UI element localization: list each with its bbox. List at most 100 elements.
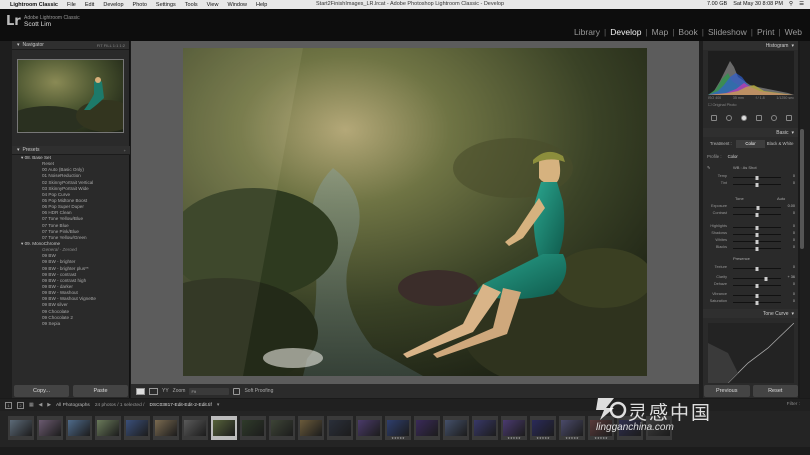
slider-track[interactable]: [733, 182, 781, 187]
presets-header[interactable]: ▾ Presets +: [12, 146, 130, 155]
forward-icon[interactable]: ▶: [47, 403, 51, 408]
slider-knob[interactable]: [755, 175, 759, 180]
menu-view[interactable]: View: [207, 2, 219, 8]
filmstrip-thumbnail[interactable]: [356, 416, 382, 440]
basic-header[interactable]: Basic ▾: [703, 128, 798, 137]
slider-track[interactable]: [733, 175, 781, 180]
filmstrip-thumbnail[interactable]: ★★★★★: [530, 416, 556, 440]
module-library[interactable]: Library: [570, 27, 604, 37]
left-panel-edge[interactable]: [0, 41, 12, 398]
menu-settings[interactable]: Settings: [156, 2, 176, 8]
slider-track[interactable]: [733, 239, 781, 244]
slider-knob[interactable]: [755, 182, 759, 187]
slider-knob[interactable]: [755, 246, 759, 251]
menu-edit[interactable]: Edit: [85, 2, 94, 8]
slider-knob[interactable]: [755, 293, 759, 298]
spot-removal-icon[interactable]: [725, 115, 732, 121]
slider-knob[interactable]: [755, 239, 759, 244]
preset-item[interactable]: 09 Sepia: [12, 321, 130, 327]
image-canvas[interactable]: [131, 41, 699, 384]
soft-proofing-checkbox[interactable]: [233, 387, 241, 395]
yy-label[interactable]: YY: [162, 388, 169, 394]
filmstrip-thumbnail[interactable]: [66, 416, 92, 440]
slider-track[interactable]: [733, 266, 781, 271]
graduated-filter-icon[interactable]: [755, 115, 762, 121]
slider-knob[interactable]: [755, 266, 759, 271]
menu-file[interactable]: File: [67, 2, 76, 8]
module-book[interactable]: Book: [674, 27, 701, 37]
before-after-icon[interactable]: [149, 387, 158, 395]
navigator-preview[interactable]: [17, 59, 124, 133]
slider-value[interactable]: 0: [783, 224, 795, 228]
menu-window[interactable]: Window: [227, 2, 247, 8]
filmstrip-thumbnail[interactable]: ★★★★★: [559, 416, 585, 440]
module-develop[interactable]: Develop: [606, 27, 645, 37]
filmstrip-thumbnail[interactable]: [443, 416, 469, 440]
red-eye-icon[interactable]: [740, 115, 747, 121]
menu-tools[interactable]: Tools: [185, 2, 198, 8]
slider-track[interactable]: [733, 212, 781, 217]
module-map[interactable]: Map: [648, 27, 673, 37]
menu-develop[interactable]: Develop: [103, 2, 123, 8]
original-photo-checkbox[interactable]: ☐ Original Photo: [708, 102, 737, 107]
wb-row[interactable]: WB : As Shot: [733, 165, 757, 170]
slider-contrast[interactable]: Contrast 0: [707, 211, 795, 217]
slider-track[interactable]: [733, 232, 781, 237]
profile-row[interactable]: Profile : Color: [707, 154, 738, 159]
copy-button[interactable]: Copy...: [14, 385, 69, 397]
slider-exposure[interactable]: Exposure 0.00: [707, 204, 795, 210]
slider-blacks[interactable]: Blacks 0: [707, 245, 795, 251]
slider-vibrance[interactable]: Vibrance 0: [707, 292, 795, 298]
navigator-header[interactable]: ▾ Navigator FIT FILL 1:1 1:2: [12, 41, 129, 50]
right-panel-edge[interactable]: [804, 41, 810, 398]
slider-track[interactable]: [733, 283, 781, 288]
module-print[interactable]: Print: [753, 27, 778, 37]
slider-tint[interactable]: Tint 0: [707, 181, 795, 187]
slider-value[interactable]: 0: [783, 299, 795, 303]
selected-filename[interactable]: DSC03817-Edit-Edit-2-Edit.tif: [149, 403, 211, 408]
slider-shadows[interactable]: Shadows 0: [707, 231, 795, 237]
slider-value[interactable]: 0: [783, 231, 795, 235]
slider-highlights[interactable]: Highlights 0: [707, 224, 795, 230]
treatment-bw[interactable]: Black & White: [765, 140, 795, 148]
slider-value[interactable]: + 36: [783, 275, 796, 279]
tone-curve-header[interactable]: Tone Curve ▾: [703, 309, 798, 318]
slider-value[interactable]: 0: [783, 181, 795, 185]
slider-temp[interactable]: Temp 0: [707, 174, 795, 180]
slider-knob[interactable]: [755, 283, 759, 288]
filename-dropdown-icon[interactable]: ▾: [217, 403, 219, 408]
slider-track[interactable]: [733, 293, 781, 298]
slider-value[interactable]: 0: [783, 282, 795, 286]
slider-track[interactable]: [733, 205, 781, 210]
slider-whites[interactable]: Whites 0: [707, 238, 795, 244]
grid-view-icon[interactable]: ▦: [29, 403, 34, 408]
reset-button[interactable]: Reset: [752, 385, 798, 397]
slider-knob[interactable]: [764, 276, 768, 281]
filmstrip-thumbnail[interactable]: [124, 416, 150, 440]
profile-value[interactable]: Color: [728, 154, 738, 159]
filmstrip-thumbnail[interactable]: [37, 416, 63, 440]
loupe-view-icon[interactable]: [136, 387, 145, 395]
slider-knob[interactable]: [755, 300, 759, 305]
filmstrip-thumbnail[interactable]: [182, 416, 208, 440]
source-name[interactable]: All Photographs: [56, 403, 90, 408]
histogram[interactable]: [708, 51, 794, 95]
slider-value[interactable]: 0: [783, 265, 795, 269]
filmstrip-thumbnail[interactable]: [298, 416, 324, 440]
filmstrip-thumbnail[interactable]: [211, 416, 237, 440]
tone-curve-graph[interactable]: [708, 322, 795, 384]
slider-track[interactable]: [733, 276, 781, 281]
clock[interactable]: Sat May 30 8:08 PM: [733, 0, 783, 9]
crop-icon[interactable]: [710, 115, 717, 121]
brush-icon[interactable]: [785, 115, 792, 121]
slider-saturation[interactable]: Saturation 0: [707, 299, 795, 305]
filter-label[interactable]: Filter :: [787, 402, 800, 407]
treatment-color[interactable]: Color: [735, 140, 766, 148]
slider-track[interactable]: [733, 225, 781, 230]
filmstrip-thumbnail[interactable]: [240, 416, 266, 440]
navigator-zoom-options[interactable]: FIT FILL 1:1 1:2: [97, 43, 125, 48]
control-center-icon[interactable]: ☰: [799, 0, 804, 9]
filmstrip-thumbnail[interactable]: [8, 416, 34, 440]
slider-value[interactable]: 0: [783, 238, 795, 242]
slider-value[interactable]: 0: [783, 245, 795, 249]
